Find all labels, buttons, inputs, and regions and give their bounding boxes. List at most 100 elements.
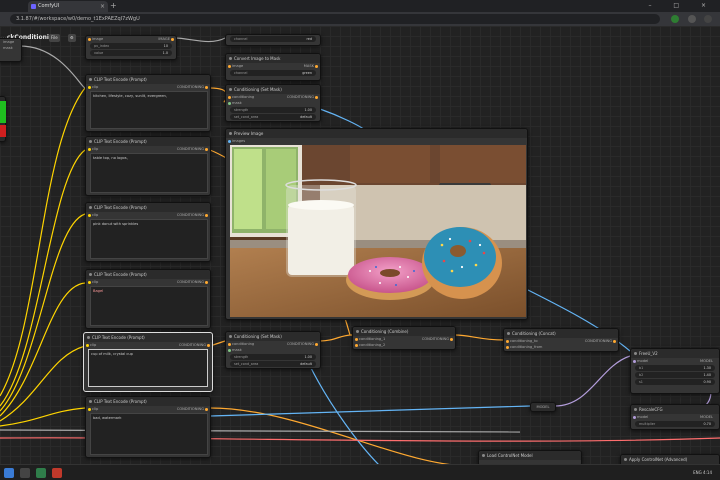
strength-widget[interactable]: strength 1.00 [230,354,316,360]
clip-text-encode-node-1[interactable]: CLIP Text Encode (Prompt) clip CONDITIONI… [85,74,211,132]
widget-key: set_cond_area [234,115,259,119]
browser-tab[interactable]: ComfyUI × [28,1,108,12]
close-tab-icon[interactable]: × [100,1,105,12]
widget-key: value [94,51,104,55]
preview-image-node[interactable]: Preview Image images [225,128,528,320]
reroute-label: MODEL [536,405,550,409]
node-title: CLIP Text Encode (Prompt) [86,75,210,84]
input-label: images [232,139,246,143]
node-canvas[interactable]: ...ckConditioning File ⚙ image mask imag… [0,26,720,464]
widget-value: 1.30 [703,366,711,370]
widget-key: pv_index [94,44,110,48]
channel-widget[interactable]: channel red [230,36,316,42]
browser-menu-icon[interactable] [704,15,712,23]
value-widget[interactable]: value 1.0 [90,50,172,56]
clip-text-encode-node-3[interactable]: CLIP Text Encode (Prompt) clip CONDITIONI… [85,202,211,262]
clip-text-encode-node-6[interactable]: CLIP Text Encode (Prompt) clip CONDITIONI… [85,396,211,458]
convert-image-to-mask-node[interactable]: Convert Image to Mask image MASK channel g… [225,53,321,81]
cond-area-widget[interactable]: set_cond_area default [230,361,316,367]
profile-icon[interactable] [688,15,696,23]
widget-value: 10 [163,44,168,48]
s1-widget[interactable]: s1 0.90 [635,379,715,385]
input-label: clip [92,85,99,89]
freeu-v2-node[interactable]: FreeU_V2 model MODEL b1 1.30 b2 1.40 s1 0.90 [630,348,720,394]
node-title: Load ControlNet Model [479,451,581,460]
widget-value: 1.00 [304,355,312,359]
output-label: CONDITIONING [176,213,204,217]
output-label: CONDITIONING [178,343,206,347]
widget-key: b1 [639,366,644,370]
url-field[interactable]: 3.1.87/#/workspace/w0/demo_t1ExPAEZqI7zW… [10,14,660,24]
output-label: MASK [303,64,314,68]
multiplier-widget[interactable]: multiplier 0.70 [635,421,715,427]
prompt-textarea[interactable]: bad, watermark [90,413,208,455]
output-label: IMAGE [158,37,170,41]
clip-text-encode-node-4[interactable]: CLIP Text Encode (Prompt) clip CONDITIONI… [85,269,211,329]
taskbar: ENG 4:14 [0,464,720,480]
conditioning-combine-node[interactable]: Conditioning (Combine) conditioning_1 CON… [352,326,456,350]
start-icon[interactable] [4,468,14,478]
node-title: Apply ControlNet (Advanced) [621,455,719,464]
widget-value: default [300,115,312,119]
node-title: Conditioning (Concat) [504,329,618,338]
node-title: CLIP Text Encode (Prompt) [84,333,212,342]
prompt-textarea[interactable]: cup of milk, crystal cup [88,349,208,387]
file-menu-button[interactable]: File [49,34,60,42]
node-title: Conditioning (Set Mask) [226,332,320,341]
conditioning-set-mask-node-bottom[interactable]: Conditioning (Set Mask) conditioning COND… [225,331,321,369]
address-bar: 3.1.87/#/workspace/w0/demo_t1ExPAEZqI7zW… [0,12,720,26]
node-title: Preview Image [226,129,527,138]
channel-widget[interactable]: channel green [230,70,316,76]
widget-key: s1 [639,380,643,384]
window-controls[interactable]: – □ × [648,0,716,12]
widget-key: multiplier [639,422,656,426]
rescale-cfg-node[interactable]: RescaleCFG model MODEL multiplier 0.70 [630,404,720,430]
input-label: mask [232,101,242,105]
conditioning-concat-node[interactable]: Conditioning (Concat) conditioning_to CON… [503,328,619,352]
search-icon[interactable] [20,468,30,478]
input-label: clip [92,280,99,284]
conditioning-set-mask-node-top[interactable]: Conditioning (Set Mask) conditioning COND… [225,84,321,122]
node-title: Convert Image to Mask [226,54,320,63]
cond-area-widget[interactable]: set_cond_area default [230,114,316,120]
prompt-textarea[interactable]: table top, no logos, [90,153,208,193]
tab-title: ComfyUI [38,3,60,9]
input-label: model [637,359,649,363]
new-tab-button[interactable]: + [110,0,117,12]
app-icon[interactable] [52,468,62,478]
browser-icon[interactable] [36,468,46,478]
browser-tab-bar: ComfyUI × + – □ × [0,0,720,12]
settings-button[interactable]: ⚙ [68,34,76,42]
shield-extension-icon[interactable] [671,15,679,23]
input-label: image [232,64,244,68]
strength-widget[interactable]: strength 1.00 [230,107,316,113]
prompt-textarea[interactable]: Bagel [90,286,208,326]
input-label: model [637,415,649,419]
widget-key: channel [234,37,248,41]
node-title: CLIP Text Encode (Prompt) [86,270,210,279]
color-swatch-node[interactable] [0,96,6,142]
prompt-textarea[interactable]: kitchen, lifestyle, cozy, sunlit, evergr… [90,91,208,129]
clip-text-encode-node-2[interactable]: CLIP Text Encode (Prompt) clip CONDITIONI… [85,136,211,196]
b1-widget[interactable]: b1 1.30 [635,365,715,371]
model-reroute-node[interactable]: MODEL [530,402,556,412]
input-label: conditioning_from [510,345,543,349]
batch-index-widget[interactable]: pv_index 10 [90,43,172,49]
left-loader-node[interactable]: image mask [0,38,22,62]
channel-node[interactable]: channel red [225,34,321,46]
widget-key: strength [234,108,249,112]
input-label: mask [232,348,242,352]
apply-controlnet-node[interactable]: Apply ControlNet (Advanced) [620,454,720,464]
image-batch-node[interactable]: image IMAGE pv_index 10 value 1.0 [85,35,177,60]
green-swatch [0,101,6,123]
widget-value: red [306,37,312,41]
clip-text-encode-node-5[interactable]: CLIP Text Encode (Prompt) clip CONDITIONI… [83,332,213,392]
b2-widget[interactable]: b2 1.40 [635,372,715,378]
widget-value: 0.70 [703,422,711,426]
load-controlnet-node[interactable]: Load ControlNet Model [478,450,582,464]
prompt-textarea[interactable]: pink donut with sprinkles [90,219,208,259]
node-title: RescaleCFG [631,405,719,414]
system-tray[interactable]: ENG 4:14 [693,465,712,480]
input-label: clip [92,147,99,151]
input-label: clip [92,407,99,411]
